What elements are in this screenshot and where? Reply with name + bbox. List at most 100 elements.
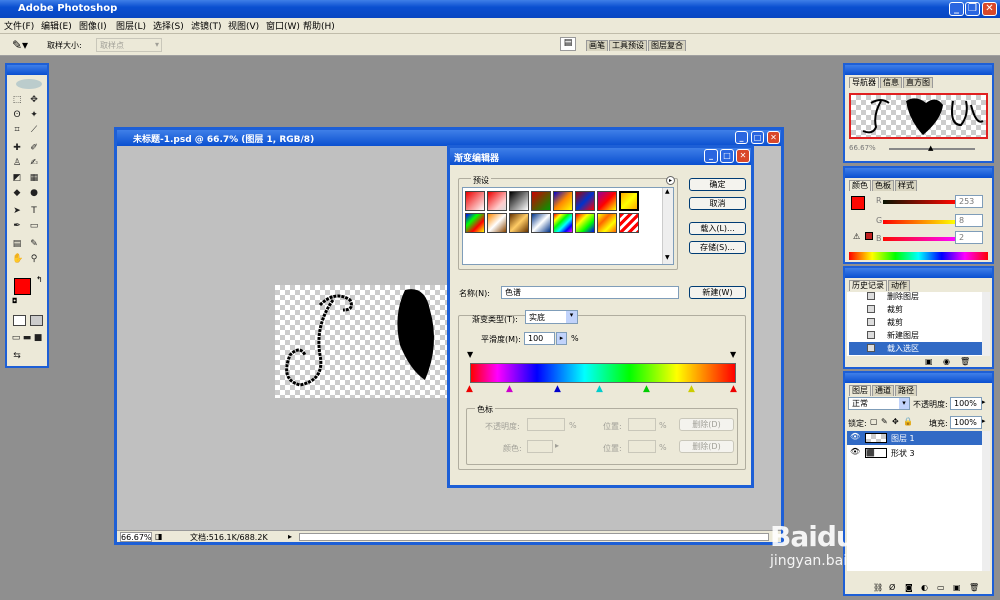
tab-navigator[interactable]: 导航器: [849, 77, 879, 88]
presets-scrollbar[interactable]: ▲ ▼: [662, 188, 673, 264]
tab-paths[interactable]: 路径: [895, 385, 917, 396]
adjustment-layer-icon[interactable]: ◐: [921, 583, 928, 592]
preset-swatch[interactable]: [575, 191, 595, 211]
palette-well-icon[interactable]: ▤: [560, 37, 576, 51]
opacity-stop-left-icon[interactable]: ▼: [467, 350, 473, 359]
opacity-arrow-icon[interactable]: ▸: [982, 398, 986, 406]
tab-layer-comps[interactable]: 图层复合: [648, 40, 686, 51]
blur-icon[interactable]: ◆: [12, 188, 22, 198]
preset-swatch[interactable]: [465, 213, 485, 233]
imageready-icon[interactable]: ⇆: [12, 351, 22, 361]
preset-swatch[interactable]: [619, 213, 639, 233]
foreground-color-swatch[interactable]: [14, 278, 31, 295]
pen-icon[interactable]: ✒: [12, 221, 22, 231]
preset-swatch[interactable]: [575, 213, 595, 233]
doc-close-icon[interactable]: ✕: [767, 131, 780, 144]
new-group-icon[interactable]: ▭: [937, 583, 945, 592]
color-swatch[interactable]: [527, 440, 553, 453]
color-stop-icon[interactable]: ▲: [596, 384, 603, 394]
shape-icon[interactable]: ▭: [29, 221, 39, 231]
dialog-minimize-icon[interactable]: _: [704, 149, 718, 163]
channel-b-slider[interactable]: [883, 237, 955, 241]
swap-colors-icon[interactable]: ↰: [36, 275, 43, 284]
smoothness-arrow-icon[interactable]: ▸: [556, 332, 567, 345]
navigator-zoom[interactable]: 66.67%: [849, 144, 876, 152]
opacity-stop-right-icon[interactable]: ▼: [730, 350, 736, 359]
menu-view[interactable]: 视图(V): [228, 19, 259, 32]
save-button[interactable]: 存储(S)...: [689, 241, 746, 254]
gradient-icon[interactable]: ▦: [29, 173, 39, 183]
eraser-icon[interactable]: ◩: [12, 173, 22, 183]
preset-swatch[interactable]: [531, 191, 551, 211]
move-icon[interactable]: ✥: [29, 95, 39, 105]
slider-thumb-icon[interactable]: ▲: [928, 144, 933, 152]
new-layer-icon[interactable]: ▣: [953, 583, 961, 592]
eye-icon[interactable]: 👁: [850, 447, 860, 456]
eyedropper-tool-icon[interactable]: ✎: [29, 239, 39, 249]
channel-r-slider[interactable]: [883, 200, 955, 204]
history-item[interactable]: 新建图层: [849, 329, 983, 342]
clone-stamp-icon[interactable]: ♙: [12, 158, 22, 168]
status-menu-arrow-icon[interactable]: ▸: [288, 532, 292, 541]
minimize-icon[interactable]: _: [949, 2, 964, 16]
close-icon[interactable]: ✕: [982, 2, 997, 16]
doc-minimize-icon[interactable]: _: [735, 131, 748, 144]
scroll-up-icon[interactable]: ▲: [665, 188, 670, 195]
tab-histogram[interactable]: 直方图: [903, 77, 933, 88]
eyedropper-icon[interactable]: ✎▾: [12, 38, 28, 52]
menu-select[interactable]: 选择(S): [153, 19, 184, 32]
marquee-icon[interactable]: ⬚: [12, 95, 22, 105]
delete-opacity-stop-button[interactable]: 删除(D): [679, 418, 734, 431]
preset-swatch-selected[interactable]: [619, 191, 639, 211]
preset-swatch[interactable]: [531, 213, 551, 233]
menu-help[interactable]: 帮助(H): [303, 19, 335, 32]
layer-opacity-input[interactable]: 100%: [950, 397, 982, 410]
gradient-type-select[interactable]: 实底 ▾: [525, 310, 578, 324]
tab-actions[interactable]: 动作: [888, 280, 910, 291]
screen-mode-2-icon[interactable]: ▬: [22, 333, 32, 343]
preset-swatch[interactable]: [553, 213, 573, 233]
trash-icon[interactable]: 🗑: [960, 357, 970, 366]
default-colors-icon[interactable]: ◘: [12, 297, 18, 305]
crop-icon[interactable]: ⌗: [12, 125, 22, 135]
hand-icon[interactable]: ✋: [12, 254, 23, 264]
preset-swatch[interactable]: [487, 191, 507, 211]
magic-wand-icon[interactable]: ✦: [29, 110, 39, 120]
horizontal-scrollbar[interactable]: [299, 533, 769, 541]
preset-swatch[interactable]: [553, 191, 573, 211]
link-icon[interactable]: ⛓: [873, 583, 883, 592]
color-stop-icon[interactable]: ▲: [554, 384, 561, 394]
color-arrow-icon[interactable]: ▸: [555, 441, 559, 450]
dialog-maximize-icon[interactable]: □: [720, 149, 734, 163]
layer-mask-icon[interactable]: ◙: [905, 583, 913, 592]
tab-styles[interactable]: 样式: [895, 180, 917, 191]
layer-row[interactable]: 👁 ⬛ 形状 3: [847, 446, 983, 460]
gradient-preview-bar[interactable]: [470, 363, 736, 383]
zoom-icon[interactable]: ⚲: [29, 254, 39, 264]
history-brush-icon[interactable]: ✍: [29, 158, 39, 168]
tab-channels[interactable]: 通道: [872, 385, 894, 396]
channel-b-value[interactable]: 2: [955, 231, 983, 244]
gamut-swatch[interactable]: [865, 232, 873, 240]
tab-history[interactable]: 历史记录: [849, 280, 887, 291]
standard-mode-icon[interactable]: [13, 315, 26, 326]
warning-icon[interactable]: ⚠: [853, 232, 860, 241]
color-fg-swatch[interactable]: [851, 196, 865, 210]
tab-swatches[interactable]: 色板: [872, 180, 894, 191]
channel-r-value[interactable]: 253: [955, 195, 983, 208]
tab-color[interactable]: 颜色: [849, 180, 871, 191]
fill-arrow-icon[interactable]: ▸: [982, 417, 986, 425]
eye-icon[interactable]: 👁: [850, 432, 860, 441]
color-location-input[interactable]: [628, 440, 656, 453]
history-item[interactable]: 删除图层: [849, 292, 983, 303]
dodge-icon[interactable]: ●: [29, 188, 39, 198]
cancel-button[interactable]: 取消: [689, 197, 746, 210]
brush-icon[interactable]: ✐: [29, 143, 39, 153]
smoothness-input[interactable]: 100: [524, 332, 555, 345]
presets-menu-icon[interactable]: ▸: [666, 176, 675, 185]
color-stop-icon[interactable]: ▲: [466, 384, 473, 394]
restore-icon[interactable]: ❐: [965, 2, 980, 16]
color-spectrum-ramp[interactable]: [849, 252, 988, 260]
menu-image[interactable]: 图像(I): [79, 19, 107, 32]
menu-window[interactable]: 窗口(W): [266, 19, 300, 32]
